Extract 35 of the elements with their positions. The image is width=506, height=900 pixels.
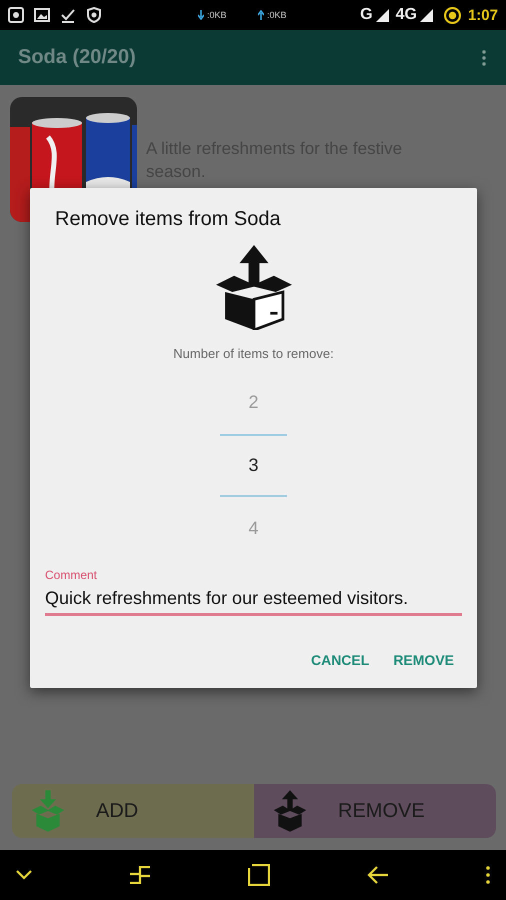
comment-field[interactable]: Comment Quick refreshments for our esteemed visitors. bbox=[45, 568, 462, 616]
app-title: Soda (20/20) bbox=[18, 46, 136, 69]
action-button[interactable]: ADD bbox=[12, 784, 254, 838]
box-upload-icon bbox=[272, 790, 308, 832]
picker-value[interactable]: 3 bbox=[220, 434, 287, 497]
more-icon bbox=[486, 866, 490, 884]
dialog-button[interactable]: REMOVE bbox=[385, 646, 462, 674]
download-done-icon bbox=[60, 7, 76, 23]
screenshot-icon bbox=[8, 7, 24, 23]
download-speed: :0KB bbox=[207, 10, 227, 20]
network-type: G bbox=[360, 6, 373, 24]
comment-text: Quick refreshments for our esteemed visitors. bbox=[45, 588, 410, 609]
image-icon bbox=[34, 7, 50, 23]
network-type: 4G bbox=[396, 6, 417, 24]
dialog-button[interactable]: CANCEL bbox=[302, 646, 378, 674]
picker-prompt: Number of items to remove: bbox=[173, 346, 334, 361]
dialog-title: Remove items from Soda bbox=[55, 208, 281, 231]
more-icon bbox=[482, 50, 486, 66]
shield-icon bbox=[86, 7, 102, 23]
picker-value[interactable]: 4 bbox=[220, 497, 287, 560]
back-icon bbox=[367, 866, 389, 884]
action-button[interactable]: REMOVE bbox=[254, 784, 496, 838]
battery-icon bbox=[444, 6, 461, 24]
upload-arrow-icon bbox=[258, 10, 264, 20]
clock: 1:07 bbox=[468, 6, 498, 24]
chevron-down-icon bbox=[16, 870, 32, 880]
recent-apps-icon bbox=[129, 866, 151, 884]
signal-icon bbox=[420, 8, 433, 22]
download-arrow-icon bbox=[198, 10, 204, 20]
signal-icon bbox=[376, 8, 389, 22]
home-icon bbox=[248, 864, 270, 886]
box-download-icon bbox=[30, 790, 66, 832]
upload-speed: :0KB bbox=[267, 10, 287, 20]
comment-label: Comment bbox=[45, 568, 98, 582]
picker-value[interactable]: 2 bbox=[220, 371, 287, 434]
